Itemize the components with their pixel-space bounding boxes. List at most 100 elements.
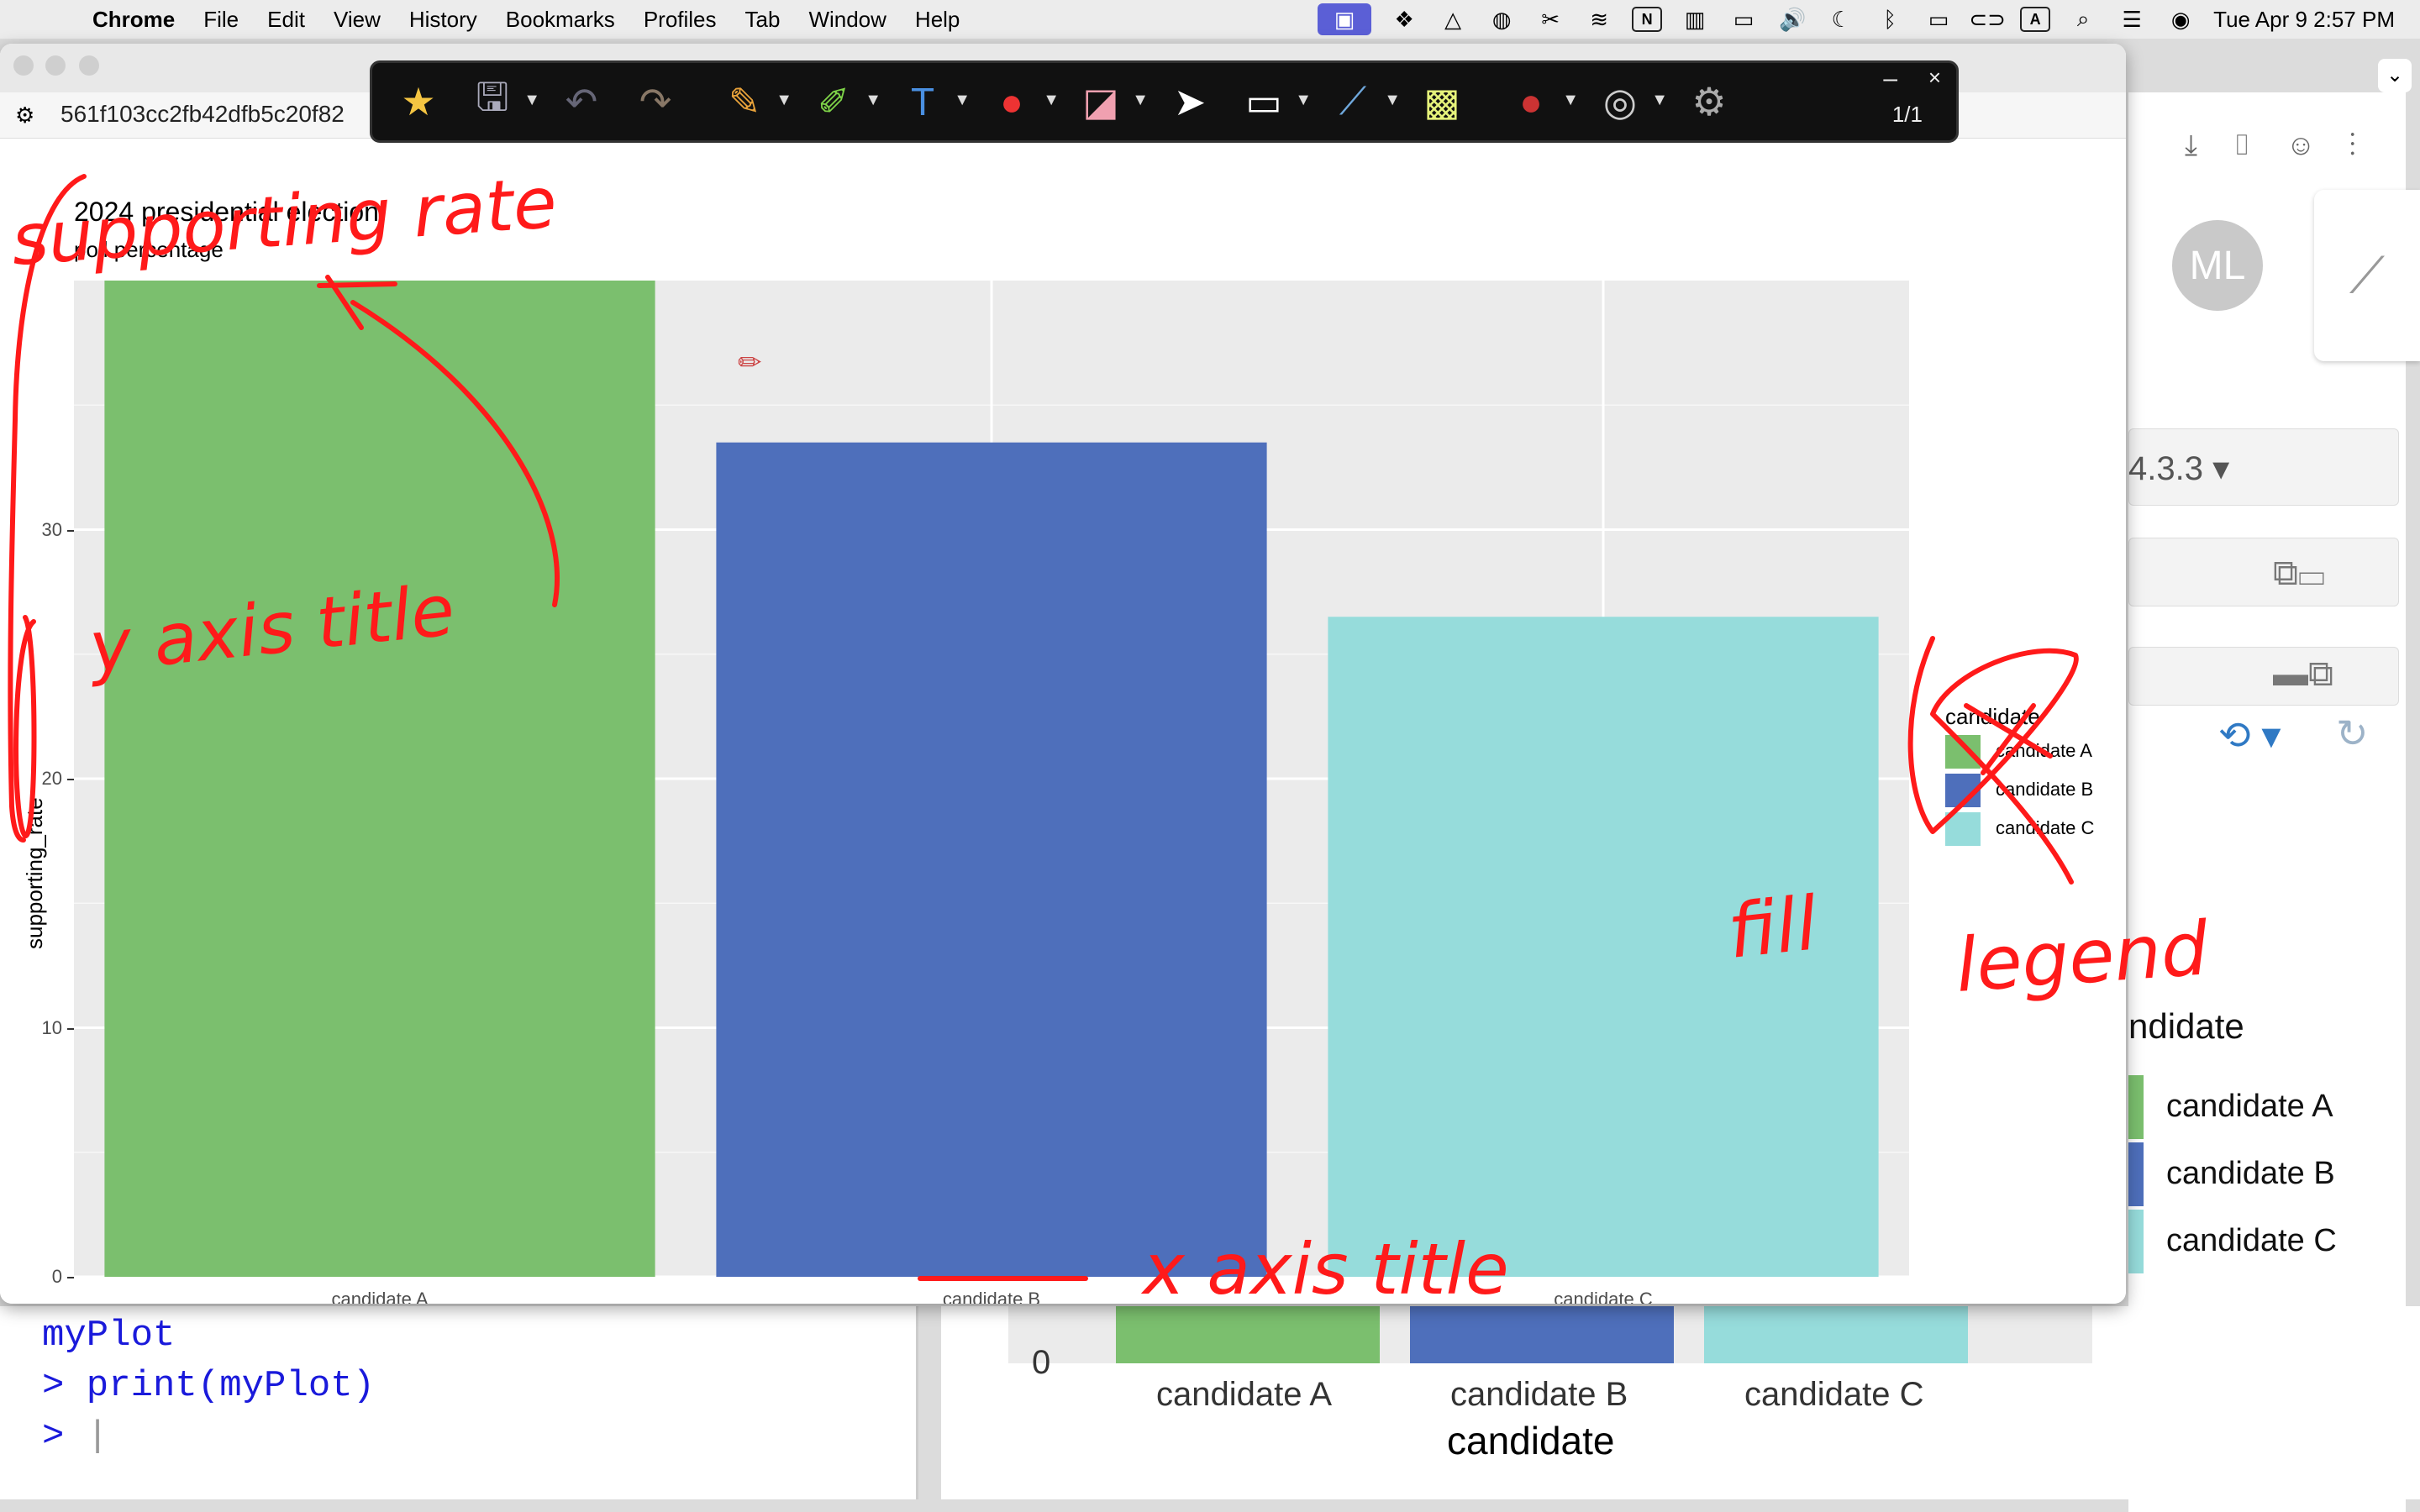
highlighter-tool-icon[interactable]: ✐ ▼ <box>806 74 881 129</box>
r-console[interactable]: myPlot > print(myPlot) > | <box>0 1306 918 1499</box>
bg-legend-item-b: candidate B <box>2166 1156 2335 1191</box>
link-icon[interactable]: ⊂⊃ <box>1969 7 2006 32</box>
control-center-icon[interactable]: ☰ <box>2116 7 2148 32</box>
spotlight-tool-icon[interactable]: ★ <box>391 74 446 129</box>
pointer-tool-icon[interactable]: ➤ <box>1162 74 1218 129</box>
minimize-window-button[interactable] <box>45 55 66 76</box>
legend-item: candidate B <box>1945 769 2093 807</box>
chevron-down-icon[interactable]: ⌄ <box>2378 59 2412 92</box>
page-indicator: 1/1 <box>1891 102 1923 127</box>
download-icon[interactable]: ⤓ <box>2185 129 2231 161</box>
window-min-icon[interactable]: ▬⧉ <box>2273 654 2333 695</box>
bg-xtick-c: candidate C <box>1744 1376 1924 1413</box>
screen-share-icon[interactable]: ▣ <box>1318 3 1372 35</box>
bar-candidate-a <box>104 281 655 1277</box>
eraser-tool-icon[interactable]: ◪ ▼ <box>1073 74 1149 129</box>
redo-icon[interactable]: ↷ <box>628 74 683 129</box>
menu-bookmarks[interactable]: Bookmarks <box>506 7 615 33</box>
bg-legend-title: ndidate <box>2128 1006 2244 1046</box>
text-tool-icon[interactable]: T ▼ <box>895 74 971 129</box>
menu-edit[interactable]: Edit <box>267 7 305 33</box>
pane-header <box>2128 538 2399 606</box>
tools-icon[interactable]: ✂ <box>1534 7 1566 32</box>
undo-icon[interactable]: ↶ <box>554 74 609 129</box>
menu-help[interactable]: Help <box>915 7 960 33</box>
save-tool-icon[interactable]: 🖫 ▼ <box>465 74 540 129</box>
menu-view[interactable]: View <box>334 7 381 33</box>
shape-tool-icon[interactable]: ● ▼ <box>984 74 1060 129</box>
clock[interactable]: Tue Apr 9 2:57 PM <box>2213 7 2395 33</box>
legend-swatch <box>1945 774 1981 807</box>
refresh-viewer-icon[interactable]: ⟲ ▾ <box>2218 712 2281 758</box>
bar-chart <box>74 281 1909 1278</box>
legend-swatch <box>1945 735 1981 769</box>
close-window-button[interactable] <box>13 55 34 76</box>
menu-profiles[interactable]: Profiles <box>644 7 717 33</box>
settings-gear-icon[interactable]: ⚙ <box>1681 74 1737 129</box>
console-prompt[interactable]: > | <box>42 1415 108 1457</box>
reload-icon[interactable]: ↻ <box>2336 711 2369 756</box>
y-tick-label: 20 <box>41 768 62 789</box>
focus-moon-icon[interactable]: ☾ <box>1825 7 1857 32</box>
search-icon[interactable]: ⌕ <box>2067 6 2099 32</box>
status-area: ▣ ❖ △ ◍ ✂ ≋ N ▥ ▭ 🔊 ☾ ᛒ ▭ ⊂⊃ A ⌕ ☰ ◉ Tue… <box>1318 0 2395 39</box>
r-version: 4.3.3 ▾ <box>2128 450 2230 487</box>
webcam-icon[interactable]: ◎ ▼ <box>1592 74 1668 129</box>
legend-items: candidate A candidate B candidate C <box>1945 730 2094 846</box>
display-icon[interactable]: ▭ <box>1728 7 1760 32</box>
sidebar-icon[interactable]: ▯ <box>2231 129 2286 161</box>
plot-panel <box>74 281 1909 1278</box>
site-settings-icon[interactable]: ⚙ <box>15 102 34 129</box>
dropbox-icon[interactable]: ❖ <box>1388 7 1420 32</box>
battery-icon[interactable]: ▭ <box>1923 7 1954 32</box>
menu-history[interactable]: History <box>409 7 477 33</box>
legend-label: candidate C <box>1996 817 2095 838</box>
bg-axis-zero: 0 <box>1032 1344 1051 1381</box>
legend-item: candidate C <box>1945 807 2094 846</box>
bg-legend-item-c: candidate C <box>2166 1223 2337 1258</box>
legend: candidate candidate Acandidate Bcandidat… <box>1945 704 2094 846</box>
volume-icon[interactable]: 🔊 <box>1776 7 1808 32</box>
url-text[interactable]: 561f103cc2fb42dfb5c20f82 <box>60 101 345 128</box>
y-tick-label: 30 <box>41 518 62 540</box>
annotation-toolbar: ★ 🖫 ▼ ↶ ↷ ✎ ▼ ✐ ▼ T ▼ ● ▼ ◪ ▼ ➤ ▭ ▼ ⟋ ▼ ▩ ● ▼ ◎ ▼ … <box>370 60 1959 143</box>
legend-swatch <box>1945 812 1981 846</box>
input-source-icon[interactable]: A <box>2020 7 2051 32</box>
legend-label: candidate B <box>1996 779 2094 800</box>
color-picker-icon[interactable]: ▭ ▼ <box>1236 74 1312 129</box>
ggplot-figure: 2024 presidential election poll percenta… <box>0 185 2126 1304</box>
legend-label: candidate A <box>1996 740 2092 761</box>
toolbar-close-button[interactable]: × <box>1928 65 1941 91</box>
bluetooth-icon[interactable]: ᛒ <box>1874 7 1906 32</box>
bg-xtick-b: candidate B <box>1450 1376 1628 1413</box>
drive-icon[interactable]: △ <box>1437 7 1469 32</box>
notion-icon[interactable]: N <box>1632 7 1663 32</box>
zoom-window-button[interactable] <box>79 55 99 76</box>
profile-icon[interactable]: ☺ <box>2286 129 2349 161</box>
pencil-cursor-icon: ✏ <box>738 347 762 379</box>
toolbar-minimize-button[interactable]: – <box>1883 65 1897 93</box>
bar-candidate-c <box>1328 617 1879 1277</box>
avatar[interactable]: ML <box>2172 220 2263 311</box>
hanger-icon[interactable]: ⟋ <box>2314 190 2420 361</box>
stripes-icon[interactable]: ≋ <box>1583 7 1615 32</box>
x-tick-label: candidate A <box>331 1289 429 1304</box>
menu-window[interactable]: Window <box>808 7 886 33</box>
menu-file[interactable]: File <box>203 7 239 33</box>
legend-title: candidate <box>1945 704 2040 729</box>
more-icon[interactable]: ⋮ <box>2349 129 2391 161</box>
record-icon[interactable]: ● ▼ <box>1503 74 1579 129</box>
line-width-icon[interactable]: ⟋ ▼ <box>1325 74 1401 129</box>
siri-icon[interactable]: ◉ <box>2165 7 2196 32</box>
pen-tool-icon[interactable]: ✎ ▼ <box>717 74 792 129</box>
screen-area-icon[interactable]: ▩ <box>1414 74 1470 129</box>
memory-icon[interactable]: ▥ <box>1679 7 1711 32</box>
window-restore-icon[interactable]: ⧉▭ <box>2273 553 2325 594</box>
x-tick-label: candidate C <box>1554 1289 1653 1304</box>
legend-item: candidate A <box>1945 730 2092 769</box>
calendar-app-icon[interactable]: ◍ <box>1486 7 1518 32</box>
menu-app-name[interactable]: Chrome <box>92 7 175 33</box>
plot-zoom-window: ⚙ 561f103cc2fb42dfb5c20f82 2024 presiden… <box>0 44 2126 1304</box>
y-tick-label: 10 <box>41 1016 62 1038</box>
menu-tab[interactable]: Tab <box>745 7 781 33</box>
